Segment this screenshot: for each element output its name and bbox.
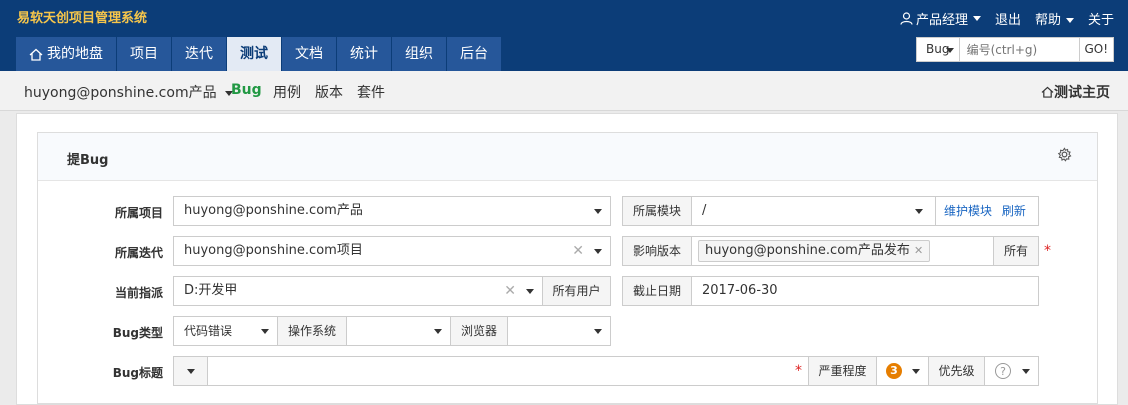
main-nav: 我的地盘 项目 迭代 测试 文档 统计 组织 后台 — [16, 37, 502, 71]
search-go-button[interactable]: GO! — [1078, 38, 1113, 61]
search-input[interactable] — [959, 38, 1079, 61]
title-color-picker[interactable] — [173, 356, 208, 386]
refresh-link[interactable]: 刷新 — [1002, 204, 1026, 218]
chevron-down-icon — [915, 209, 923, 214]
browser-label: 浏览器 — [450, 316, 508, 346]
home-icon — [29, 48, 43, 61]
chevron-down-icon — [594, 209, 602, 214]
subnav-bug[interactable]: Bug — [231, 82, 262, 98]
os-label: 操作系统 — [277, 316, 347, 346]
top-header: 易软天创项目管理系统 产品经理 退出 帮助 关于 我的地盘 项目 迭代 测试 文… — [0, 0, 1128, 71]
chevron-down-icon — [526, 289, 534, 294]
create-bug-form: 提Bug 所属项目 huyong@ponshine.com产品 所属模块 / 维… — [37, 132, 1098, 404]
assign-select[interactable]: D:开发甲 ✕ — [173, 276, 543, 306]
home-icon — [1041, 86, 1054, 98]
required-marker: * — [795, 363, 802, 379]
clear-icon[interactable]: ✕ — [504, 277, 516, 305]
iteration-value: huyong@ponshine.com项目 — [184, 243, 363, 258]
tab-org[interactable]: 组织 — [392, 37, 446, 71]
tab-test[interactable]: 测试 — [227, 37, 281, 71]
chevron-down-icon — [434, 329, 442, 334]
tab-doc[interactable]: 文档 — [282, 37, 336, 71]
subnav-version[interactable]: 版本 — [315, 82, 343, 102]
version-chip: huyong@ponshine.com产品发布 ✕ — [698, 240, 931, 262]
chevron-down-icon — [594, 249, 602, 254]
quick-search: Bug GO! — [916, 37, 1114, 62]
test-home-label: 测试主页 — [1054, 85, 1110, 101]
subnav-case[interactable]: 用例 — [273, 82, 301, 102]
chevron-down-icon — [1022, 369, 1030, 374]
user-icon — [900, 12, 913, 25]
chevron-down-icon — [945, 48, 954, 53]
chevron-down-icon — [912, 369, 920, 374]
deadline-value: 2017-06-30 — [702, 283, 778, 298]
search-type-select[interactable]: Bug — [917, 38, 960, 61]
clear-icon[interactable]: ✕ — [572, 237, 584, 265]
maintain-module-link[interactable]: 维护模块 — [944, 204, 992, 218]
affected-version-multiselect[interactable]: huyong@ponshine.com产品发布 ✕ — [691, 236, 994, 266]
browser-select[interactable] — [507, 316, 611, 346]
all-users-button[interactable]: 所有用户 — [542, 276, 611, 306]
sub-nav: huyong@ponshine.com产品 Bug 用例 版本 套件 测试主页 — [0, 71, 1128, 111]
priority-badge: ? — [995, 362, 1011, 379]
user-menu[interactable]: 产品经理 — [900, 9, 981, 28]
deadline-input[interactable]: 2017-06-30 — [691, 276, 1039, 306]
chevron-down-icon — [594, 329, 602, 334]
os-select[interactable] — [346, 316, 451, 346]
help-label: 帮助 — [1034, 13, 1061, 28]
app-title: 易软天创项目管理系统 — [17, 11, 148, 26]
form-header: 提Bug — [38, 133, 1097, 181]
all-versions-button[interactable]: 所有 — [993, 236, 1039, 266]
tab-my-label: 我的地盘 — [47, 46, 103, 62]
module-actions: 维护模块 刷新 — [935, 196, 1039, 226]
bug-title-label: Bug标题 — [112, 366, 163, 380]
gear-icon[interactable] — [1057, 147, 1072, 162]
chevron-down-icon — [261, 329, 269, 334]
iteration-select[interactable]: huyong@ponshine.com项目 ✕ — [173, 236, 611, 266]
top-right-menu: 产品经理 退出 帮助 关于 — [886, 9, 1114, 28]
subnav-suite[interactable]: 套件 — [357, 82, 385, 102]
affected-version-label: 影响版本 — [622, 236, 692, 266]
bug-title-input[interactable]: * — [207, 356, 809, 386]
product-switcher[interactable]: huyong@ponshine.com产品 — [24, 82, 233, 102]
remove-icon[interactable]: ✕ — [914, 244, 923, 257]
project-label: 所属项目 — [114, 206, 163, 220]
deadline-label: 截止日期 — [622, 276, 692, 306]
severity-badge: 3 — [886, 362, 902, 379]
priority-select[interactable]: ? — [984, 356, 1039, 386]
assign-label: 当前指派 — [114, 286, 163, 300]
form-title: 提Bug — [67, 153, 109, 168]
module-select[interactable]: / — [691, 196, 936, 226]
tab-my[interactable]: 我的地盘 — [16, 37, 116, 71]
assign-value: D:开发甲 — [184, 283, 238, 298]
project-select[interactable]: huyong@ponshine.com产品 — [173, 196, 611, 226]
tab-project[interactable]: 项目 — [117, 37, 171, 71]
tab-admin[interactable]: 后台 — [447, 37, 501, 71]
chevron-down-icon — [186, 369, 195, 374]
module-value: / — [702, 203, 707, 218]
chevron-down-icon — [1065, 18, 1074, 23]
project-value: huyong@ponshine.com产品 — [184, 203, 363, 218]
tab-stats[interactable]: 统计 — [337, 37, 391, 71]
severity-select[interactable]: 3 — [876, 356, 929, 386]
version-chip-label: huyong@ponshine.com产品发布 — [705, 243, 910, 258]
required-marker: * — [1044, 243, 1051, 259]
chevron-down-icon — [972, 16, 981, 21]
bug-type-label: Bug类型 — [112, 326, 163, 340]
iteration-label: 所属迭代 — [114, 246, 163, 260]
bug-type-select[interactable]: 代码错误 — [173, 316, 278, 346]
help-menu[interactable]: 帮助 — [1035, 9, 1074, 28]
logout-link[interactable]: 退出 — [995, 9, 1021, 28]
bug-type-value: 代码错误 — [184, 324, 233, 338]
main-panel: 提Bug 所属项目 huyong@ponshine.com产品 所属模块 / 维… — [16, 113, 1118, 405]
product-switcher-label: huyong@ponshine.com产品 — [24, 85, 217, 101]
priority-label: 优先级 — [928, 356, 985, 386]
about-link[interactable]: 关于 — [1088, 9, 1114, 28]
module-label: 所属模块 — [622, 196, 692, 226]
tab-iteration[interactable]: 迭代 — [172, 37, 226, 71]
user-menu-label: 产品经理 — [915, 13, 968, 28]
test-home-link[interactable]: 测试主页 — [1041, 82, 1110, 102]
severity-label: 严重程度 — [808, 356, 877, 386]
